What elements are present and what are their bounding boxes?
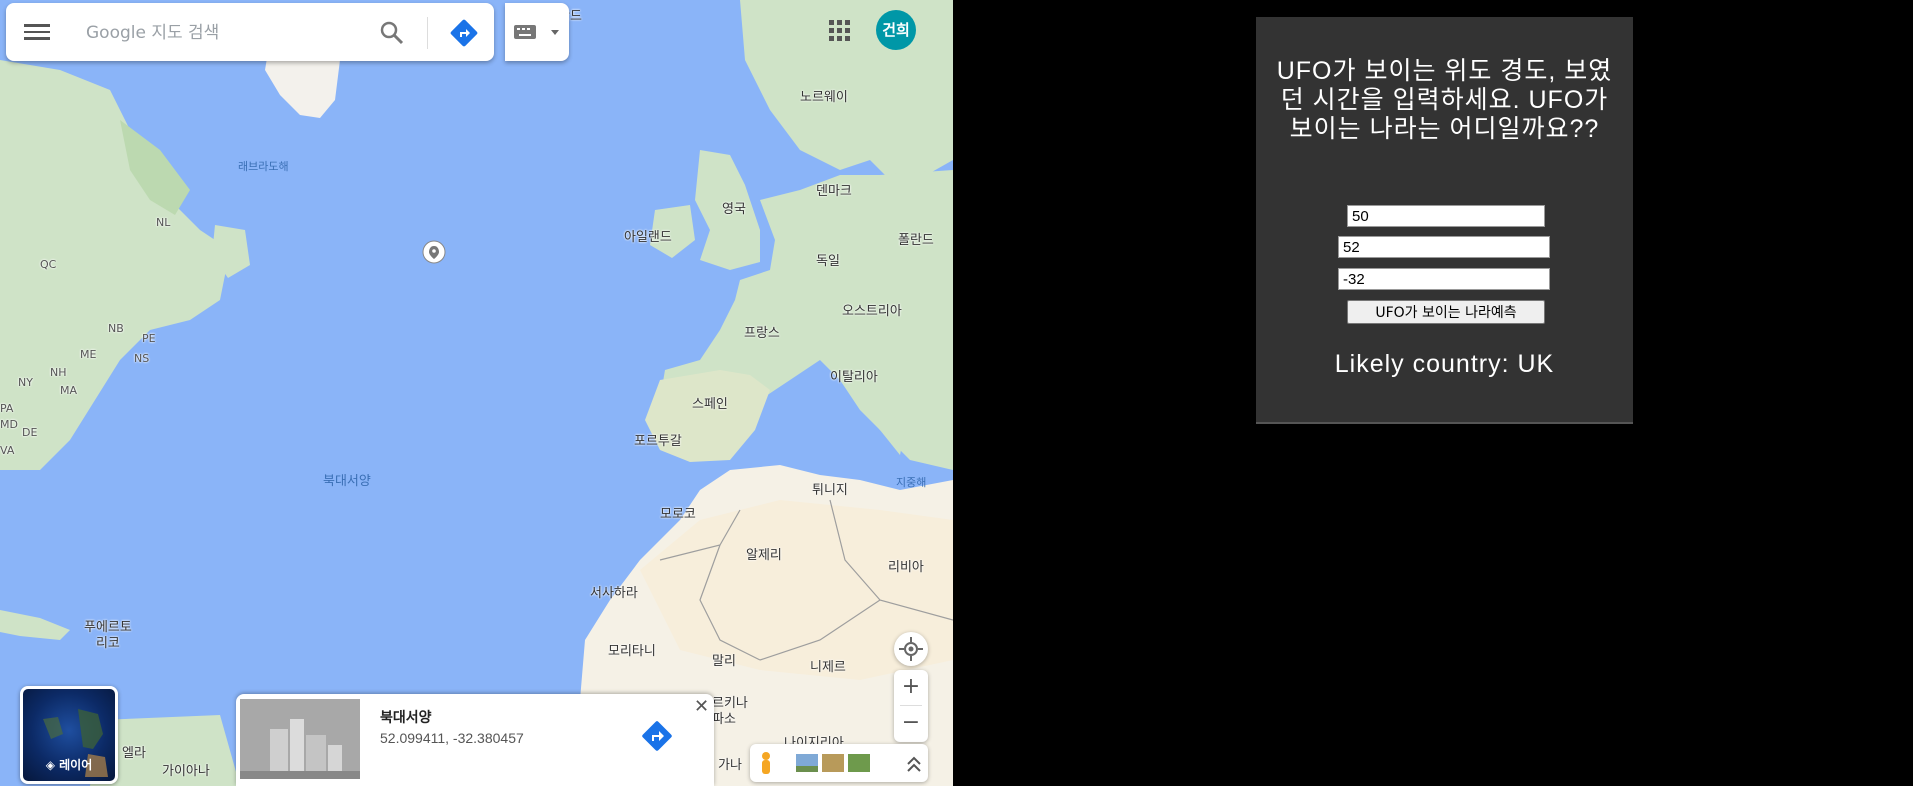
label-nl: NL [156, 216, 171, 229]
label-algeria: 알제리 [746, 548, 782, 563]
prediction-result: Likely country: UK [1334, 350, 1555, 378]
pegman-icon[interactable] [762, 752, 770, 774]
label-portugal: 포르투갈 [634, 434, 682, 449]
input-tools[interactable] [505, 3, 569, 61]
directions-icon[interactable] [448, 17, 480, 49]
bottom-map-controls [750, 744, 928, 782]
search-icon[interactable] [378, 19, 406, 47]
label-ghana: 가나 [718, 758, 742, 773]
zoom-in-button[interactable]: + [894, 670, 928, 704]
label-ny: NY [18, 376, 33, 389]
expand-icon[interactable] [907, 756, 921, 772]
place-thumbnail[interactable] [240, 699, 360, 779]
land-caribbean [0, 610, 70, 640]
land-north-america [0, 60, 230, 470]
map-pin-icon [422, 240, 446, 264]
my-location-icon[interactable] [894, 632, 928, 666]
label-norway: 노르웨이 [800, 90, 848, 105]
label-denmark: 덴마크 [816, 184, 852, 199]
label-pa: PA [0, 402, 14, 415]
label-poland: 폴란드 [898, 233, 934, 248]
label-mediterranean: 지중해 [896, 476, 927, 489]
label-de: DE [22, 426, 38, 439]
panel-title: UFO가 보이는 위도 경도, 보였던 시간을 입력하세요. UFO가 보이는 … [1276, 57, 1613, 143]
close-icon[interactable]: ✕ [694, 696, 709, 717]
layers-label: ◈ 레이어 [23, 756, 115, 773]
label-guyana: 가이아나 [162, 764, 210, 779]
label-puerto-rico: 푸에르토 리코 [84, 620, 132, 651]
label-ns: NS [134, 352, 150, 365]
label-ma: MA [60, 384, 78, 397]
label-mali: 말리 [712, 654, 736, 669]
label-morocco: 모로코 [660, 507, 696, 522]
place-directions-icon[interactable] [638, 717, 676, 755]
place-coordinates: 52.099411, -32.380457 [380, 730, 524, 746]
place-name: 북대서양 [380, 710, 432, 726]
search-bar [6, 3, 494, 61]
label-nh: NH [50, 366, 67, 379]
imagery-thumbnails[interactable] [796, 754, 870, 772]
label-italy: 이탈리아 [830, 370, 878, 385]
label-france: 프랑스 [744, 326, 780, 341]
search-input[interactable] [84, 19, 368, 47]
time-input[interactable] [1338, 268, 1550, 290]
keyboard-icon[interactable] [505, 3, 569, 61]
label-libya: 리비아 [888, 560, 924, 575]
label-va: VA [0, 444, 15, 457]
label-austria: 오스트리아 [842, 304, 902, 319]
map-view[interactable]: 노르웨이 래브라도해 덴마크 영국 아일랜드 폴란드 독일 오스트리아 프랑스 … [0, 0, 953, 786]
zoom-controls: + − [894, 670, 928, 742]
latitude-input[interactable] [1347, 205, 1545, 227]
label-north-atlantic: 북대서양 [323, 474, 371, 489]
label-germany: 독일 [816, 254, 840, 269]
label-venezuela: 엘라 [122, 746, 146, 761]
zoom-out-button[interactable]: − [894, 706, 928, 740]
label-me: ME [80, 348, 97, 361]
place-card[interactable]: 북대서양 52.099411, -32.380457 ✕ [236, 694, 714, 786]
label-labrador-sea: 래브라도해 [238, 160, 289, 173]
ufo-panel: UFO가 보이는 위도 경도, 보였던 시간을 입력하세요. UFO가 보이는 … [1256, 17, 1633, 424]
avatar[interactable]: 건희 [876, 10, 916, 50]
label-western-sahara: 서사하라 [590, 586, 638, 601]
apps-grid-icon[interactable] [827, 18, 851, 42]
label-tunisia: 튀니지 [812, 483, 848, 498]
layers-label-text: 레이어 [59, 758, 93, 772]
layers-button[interactable]: ◈ 레이어 [20, 686, 118, 784]
label-uk: 영국 [722, 202, 746, 217]
label-niger: 니제르 [810, 660, 846, 675]
search-divider [427, 17, 428, 49]
predict-country-button[interactable]: UFO가 보이는 나라예측 [1347, 300, 1545, 324]
layers-stack-icon: ◈ [45, 758, 60, 772]
label-md: MD [0, 418, 18, 431]
label-nb: NB [108, 322, 124, 335]
label-mauritania: 모리타니 [608, 644, 656, 659]
label-spain: 스페인 [692, 397, 728, 412]
label-pe: PE [142, 332, 156, 345]
menu-icon[interactable] [24, 20, 50, 42]
label-ireland: 아일랜드 [624, 230, 672, 245]
label-qc: QC [40, 258, 57, 271]
label-burkina: 르키나 파소 [712, 696, 748, 727]
longitude-input[interactable] [1338, 236, 1550, 258]
